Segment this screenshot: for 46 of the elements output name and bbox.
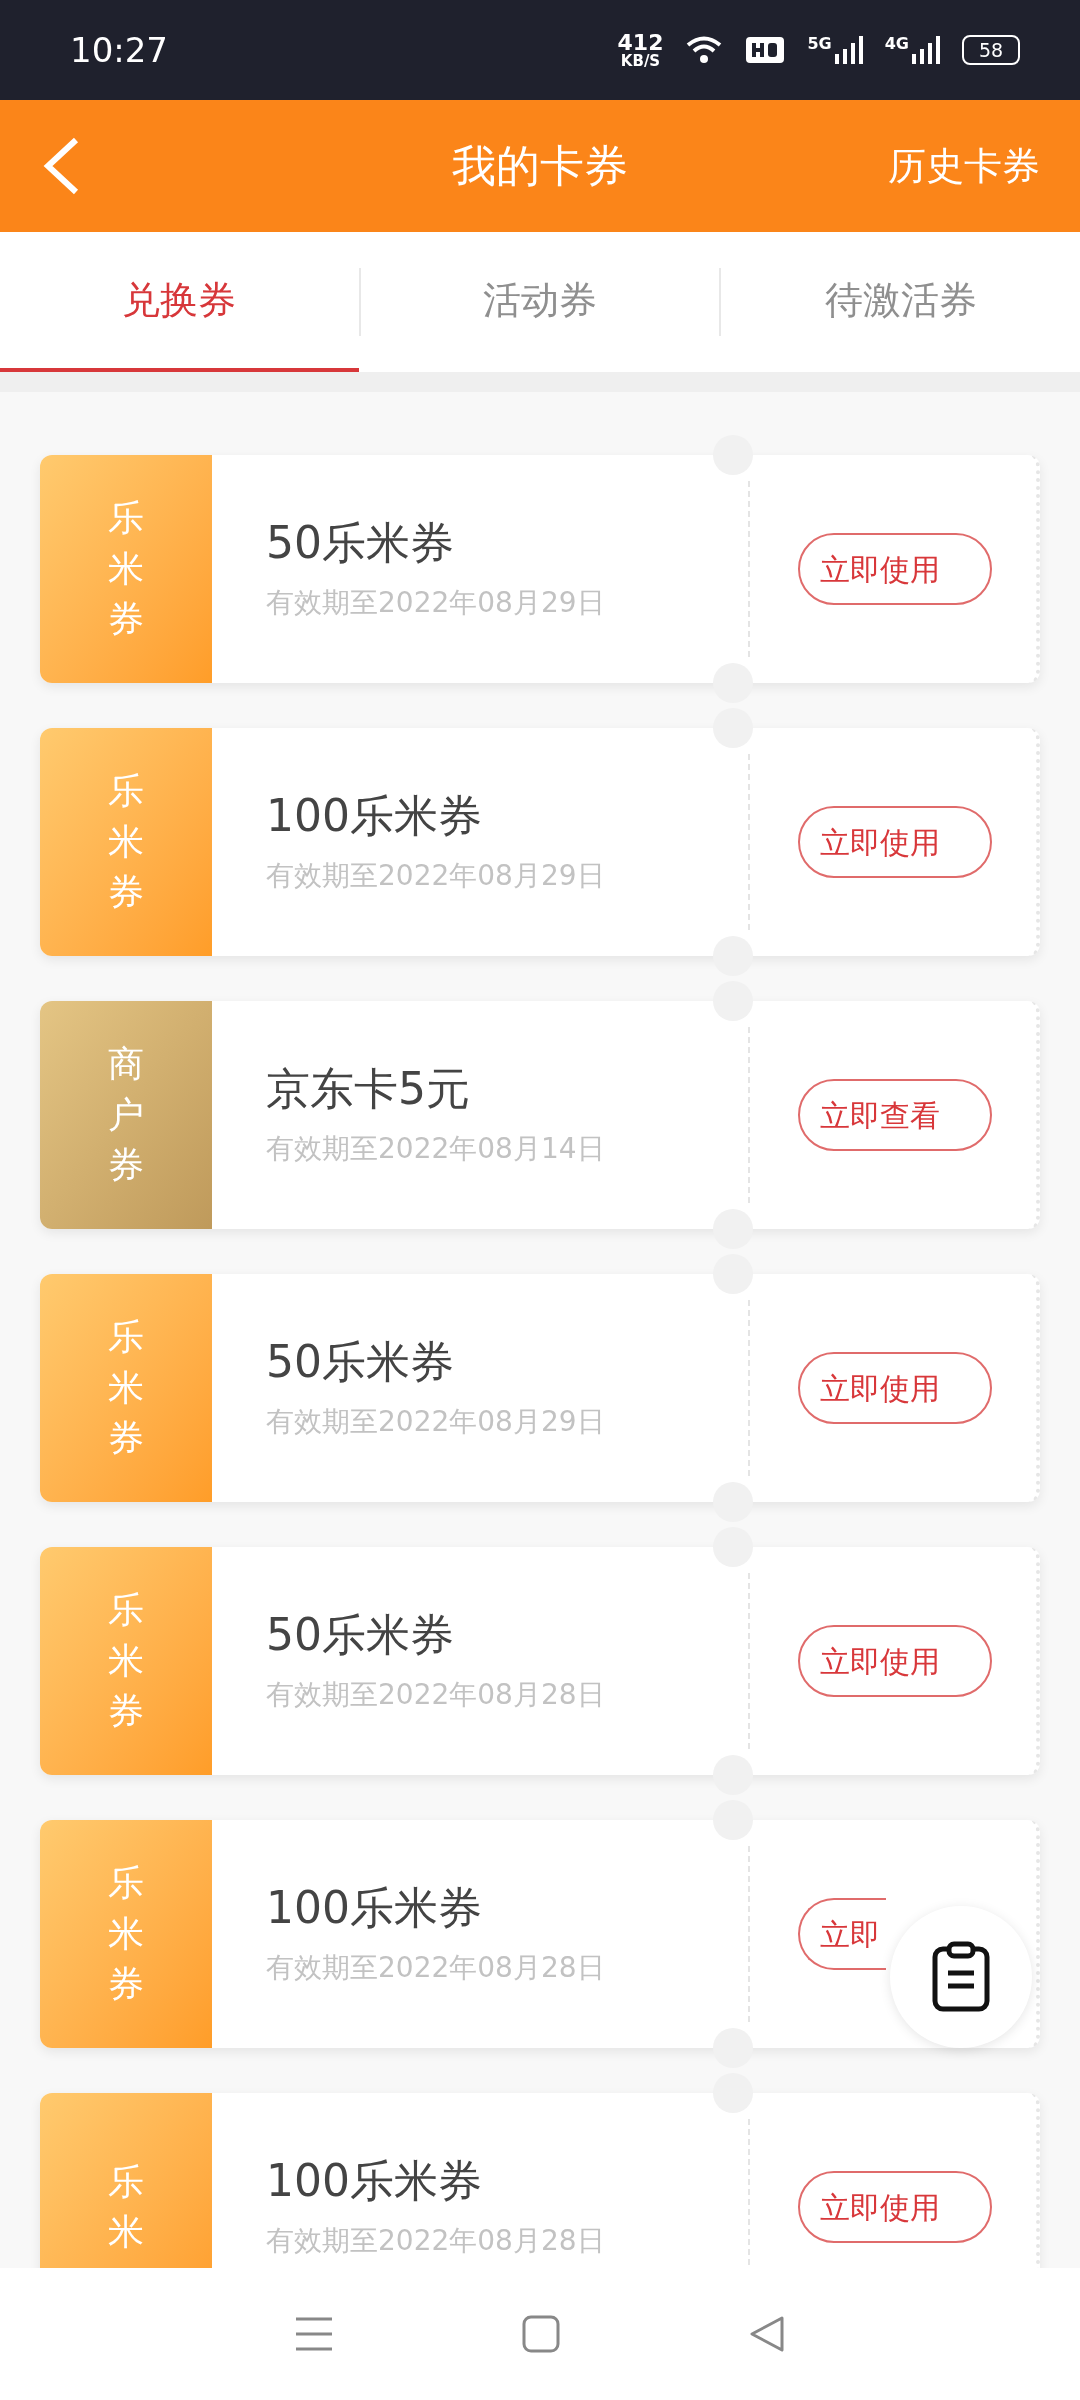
- battery-indicator: 58: [962, 35, 1020, 65]
- coupon-validity: 有效期至2022年08月28日: [266, 2222, 606, 2259]
- coupon-tag: 乐米券: [108, 1585, 144, 1737]
- coupon-validity: 有效期至2022年08月29日: [266, 857, 606, 894]
- use-button[interactable]: 立即使用: [798, 806, 992, 878]
- tab[interactable]: 活动券: [360, 232, 720, 372]
- menu-icon[interactable]: [294, 2316, 334, 2352]
- coupon-tag: 商户券: [108, 1039, 144, 1191]
- use-button[interactable]: 立即查看: [798, 1079, 992, 1151]
- wifi-icon: [685, 35, 724, 65]
- coupon-tag: 乐米: [108, 2156, 144, 2258]
- page-title: 我的卡券: [452, 139, 628, 193]
- coupon-name: 50乐米券: [266, 1607, 455, 1662]
- coupon-name: 50乐米券: [266, 1334, 455, 1389]
- signal-icon: [912, 36, 940, 64]
- coupon-name: 100乐米券: [266, 2153, 483, 2208]
- status-time: 10:27: [70, 28, 168, 72]
- history-link[interactable]: 历史卡券: [888, 137, 1040, 195]
- coupon-name: 100乐米券: [266, 788, 483, 843]
- coupon-name: 50乐米券: [266, 515, 455, 570]
- coupon-tag: 乐米券: [108, 766, 144, 918]
- coupon-validity: 有效期至2022年08月29日: [266, 1403, 606, 1440]
- use-button[interactable]: 立即: [798, 1898, 886, 1970]
- use-button[interactable]: 立即使用: [798, 2171, 992, 2243]
- hd-icon: [745, 35, 786, 65]
- use-button[interactable]: 立即使用: [798, 533, 992, 605]
- network-type: 4G: [884, 36, 909, 52]
- coupon-name: 京东卡5元: [266, 1061, 471, 1116]
- back-nav-icon[interactable]: [748, 2315, 786, 2353]
- network-type: 5G: [807, 36, 832, 52]
- use-button[interactable]: 立即使用: [798, 1352, 992, 1424]
- coupon-validity: 有效期至2022年08月28日: [266, 1949, 606, 1986]
- home-icon[interactable]: [522, 2315, 560, 2353]
- signal-icon: [834, 36, 863, 64]
- network-speed: 412: [617, 31, 664, 54]
- coupon-name: 100乐米券: [266, 1880, 483, 1935]
- clipboard-icon: [931, 1941, 991, 2013]
- coupon-validity: 有效期至2022年08月14日: [266, 1130, 606, 1167]
- coupon-validity: 有效期至2022年08月28日: [266, 1676, 606, 1713]
- tab[interactable]: 待激活券: [721, 232, 1080, 372]
- network-speed-unit: KB/S: [620, 53, 661, 69]
- coupon-tag: 乐米券: [108, 1312, 144, 1464]
- coupon-tag: 乐米券: [108, 493, 144, 645]
- use-button[interactable]: 立即使用: [798, 1625, 992, 1697]
- coupon-tag: 乐米券: [108, 1858, 144, 2010]
- coupon-validity: 有效期至2022年08月29日: [266, 584, 606, 621]
